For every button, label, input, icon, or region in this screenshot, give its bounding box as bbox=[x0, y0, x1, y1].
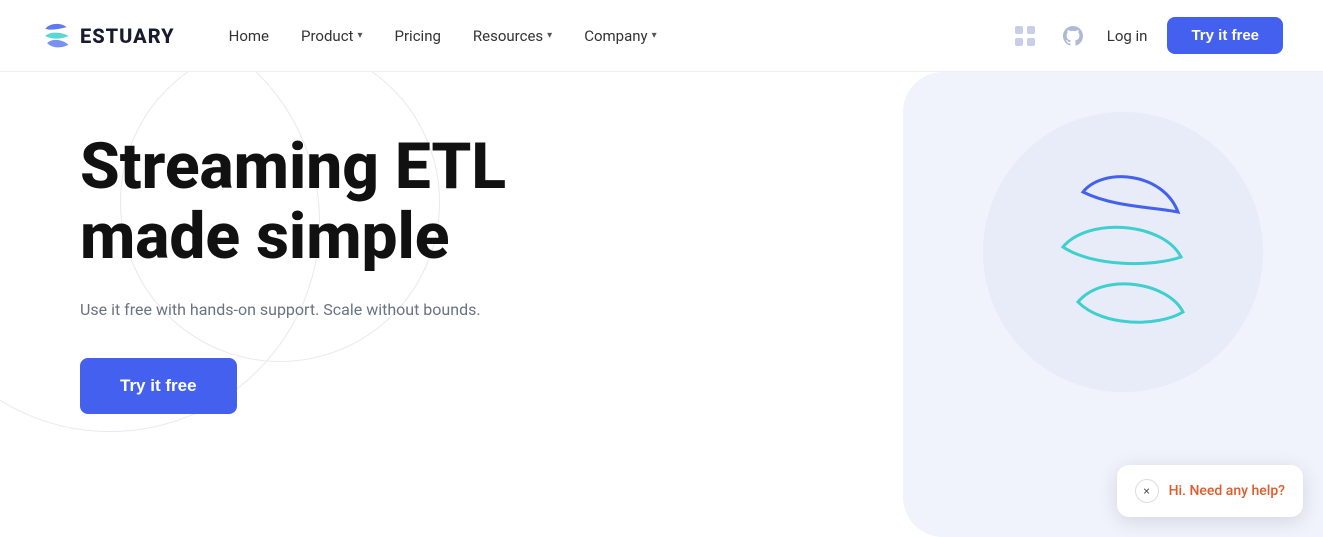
chat-close-button[interactable]: × bbox=[1135, 479, 1159, 503]
nav-product[interactable]: Product ▾ bbox=[287, 19, 376, 53]
navbar: ESTUARY Home Product ▾ Pricing Resources… bbox=[0, 0, 1323, 72]
hero-heading: Streaming ETL made simple bbox=[80, 132, 700, 273]
github-icon[interactable] bbox=[1059, 22, 1087, 50]
slack-icon[interactable] bbox=[1011, 22, 1039, 50]
login-link[interactable]: Log in bbox=[1107, 27, 1148, 45]
hero-subtext: Use it free with hands-on support. Scale… bbox=[80, 297, 700, 323]
nav-try-free-button[interactable]: Try it free bbox=[1167, 17, 1283, 54]
chat-bubble: × Hi. Need any help? bbox=[1117, 465, 1303, 517]
brand-name: ESTUARY bbox=[80, 24, 175, 48]
company-chevron-icon: ▾ bbox=[652, 30, 657, 41]
hero-cta-button[interactable]: Try it free bbox=[80, 358, 237, 414]
nav-pricing[interactable]: Pricing bbox=[381, 19, 455, 53]
hero-logo-mark bbox=[1023, 152, 1203, 352]
chat-text: Hi. Need any help? bbox=[1169, 483, 1285, 499]
nav-company[interactable]: Company ▾ bbox=[570, 19, 670, 53]
nav-links: Home Product ▾ Pricing Resources ▾ Compa… bbox=[215, 19, 1011, 53]
logo[interactable]: ESTUARY bbox=[40, 20, 175, 52]
resources-chevron-icon: ▾ bbox=[547, 30, 552, 41]
nav-right: Log in Try it free bbox=[1011, 17, 1283, 54]
nav-resources[interactable]: Resources ▾ bbox=[459, 19, 566, 53]
nav-home[interactable]: Home bbox=[215, 19, 283, 53]
product-chevron-icon: ▾ bbox=[357, 30, 362, 41]
hero-content: Streaming ETL made simple Use it free wi… bbox=[80, 132, 700, 414]
